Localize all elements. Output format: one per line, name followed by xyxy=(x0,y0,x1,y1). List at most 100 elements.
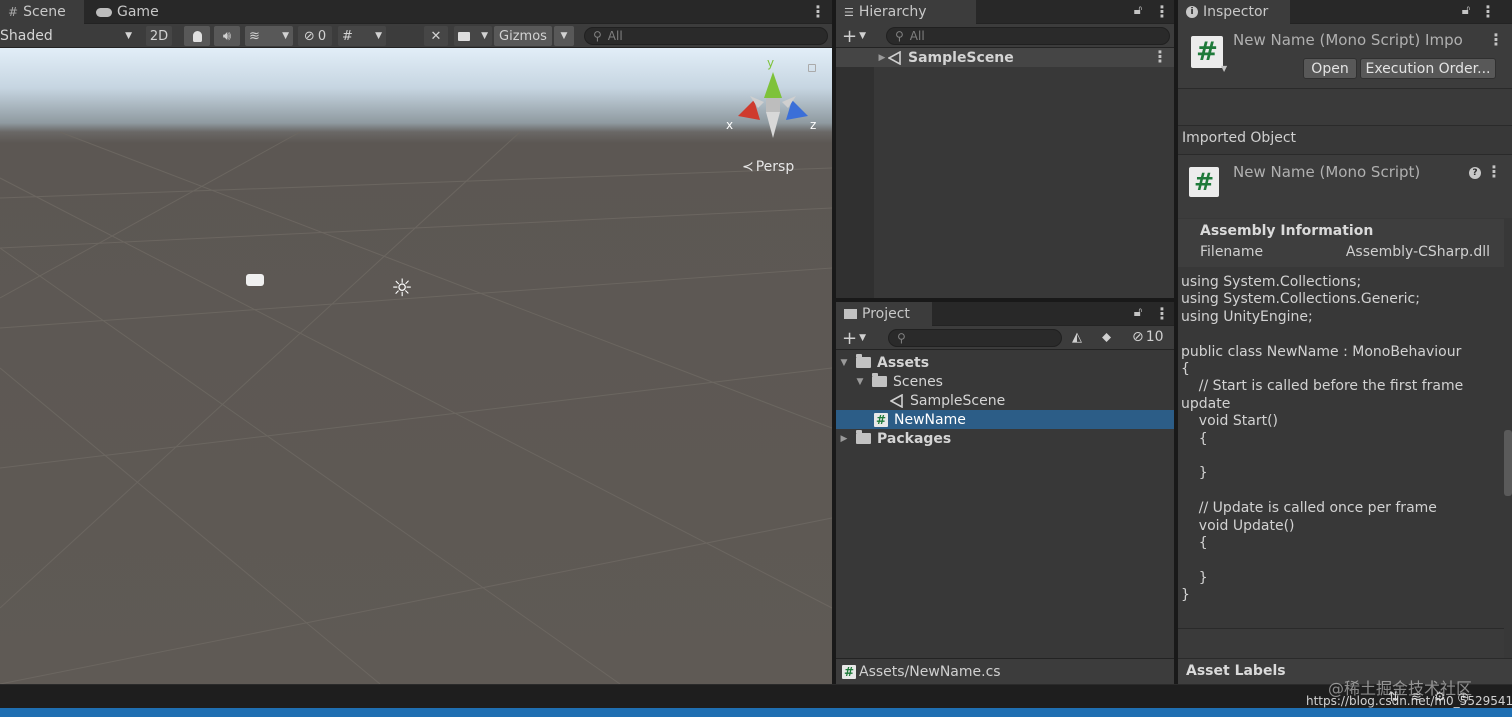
script-line: using UnityEngine; xyxy=(1181,308,1313,325)
selected-asset-path: Assets/NewName.cs xyxy=(859,663,1001,680)
gizmos-dropdown[interactable]: ▼ xyxy=(554,26,574,46)
tree-item-newname[interactable]: # NewName xyxy=(836,410,1174,429)
object-title: New Name (Mono Script) xyxy=(1233,163,1421,181)
script-line: // Update is called once per frame xyxy=(1181,500,1437,517)
csharp-script-large-icon: # xyxy=(1189,167,1219,197)
shading-mode-dropdown[interactable]: Shaded ▼ xyxy=(0,26,136,46)
help-icon[interactable]: ? xyxy=(1469,167,1481,179)
create-asset-button[interactable]: + ▼ xyxy=(842,328,866,349)
chevron-down-icon: ▼ xyxy=(560,31,568,41)
tab-game[interactable]: Game xyxy=(88,0,168,24)
script-line: using System.Collections.Generic; xyxy=(1181,291,1420,308)
tab-scene[interactable]: # Scene xyxy=(0,0,84,24)
scene-viewport[interactable]: ☼ y x z ≺ Persp xyxy=(0,48,832,684)
eye-slash-icon: ⊘ xyxy=(303,28,315,44)
audio-toggle-button[interactable]: 🔊︎ xyxy=(214,26,240,46)
hierarchy-panel: ☰ Hierarchy 🔓︎ ⋮ + ▼ ⚲ All ▶ SampleScene… xyxy=(836,0,1174,298)
layers-icon: ≋ xyxy=(249,28,260,44)
project-search-input[interactable]: ⚲ xyxy=(888,329,1062,347)
assembly-info-section: Assembly Information Filename Assembly-C… xyxy=(1178,219,1504,267)
projection-label: Persp xyxy=(755,159,795,175)
folder-open-icon xyxy=(872,373,887,387)
orientation-gizmo[interactable] xyxy=(728,58,818,138)
tree-item-scenes[interactable]: ▼ Scenes xyxy=(836,372,1174,391)
gizmos-button[interactable]: Gizmos xyxy=(494,26,552,46)
grid-snap-icon: # xyxy=(342,28,353,44)
lock-icon[interactable] xyxy=(808,64,816,72)
camera-dropdown[interactable]: ▼ xyxy=(454,26,492,46)
script-line: } xyxy=(1181,569,1208,586)
imported-object-header: # New Name (Mono Script) ? ⋮ xyxy=(1178,154,1512,218)
open-button[interactable]: Open xyxy=(1303,58,1357,79)
inspector-scrollbar[interactable] xyxy=(1504,430,1512,496)
scene-tabbar: # Scene Game ⋮ xyxy=(0,0,832,24)
hidden-packages-toggle[interactable]: ⊘ 10 xyxy=(1132,329,1164,345)
add-object-button[interactable]: + ▼ xyxy=(842,26,866,47)
gizmo-z-label: z xyxy=(810,118,817,132)
hidden-objects-toggle[interactable]: ⊘ 0 xyxy=(298,26,332,46)
project-footer: # Assets/NewName.cs xyxy=(836,658,1174,684)
hierarchy-tabbar: ☰ Hierarchy 🔓︎ ⋮ xyxy=(836,0,1174,24)
header-menu-icon[interactable]: ⋮ xyxy=(1488,30,1504,50)
expand-arrow-icon[interactable]: ▼ xyxy=(838,358,850,368)
lighting-toggle-button[interactable] xyxy=(184,26,210,46)
lock-icon[interactable]: 🔓︎ xyxy=(1132,3,1144,19)
shading-mode-value: Shaded xyxy=(0,28,53,44)
script-line: update xyxy=(1181,395,1231,412)
lock-icon[interactable]: 🔓︎ xyxy=(1132,305,1144,321)
script-line: void Start() xyxy=(1181,413,1279,430)
tree-item-assets[interactable]: ▼ Assets xyxy=(836,353,1174,372)
inspector-menu-icon[interactable]: ⋮ xyxy=(1480,2,1496,22)
script-line xyxy=(1181,483,1502,500)
tab-hierarchy[interactable]: ☰ Hierarchy xyxy=(836,0,976,24)
scene-menu-icon[interactable]: ⋮ xyxy=(810,2,826,22)
gamepad-icon xyxy=(96,7,112,17)
filter-by-type-icon[interactable]: ◭ xyxy=(1072,330,1088,346)
camera-icon xyxy=(458,31,470,41)
script-line: } xyxy=(1181,587,1190,604)
tools-button[interactable]: ✕ xyxy=(424,26,448,46)
camera-gizmo-icon[interactable] xyxy=(246,274,264,286)
hidden-objects-count: 0 xyxy=(317,28,327,44)
tree-item-packages[interactable]: ▶ Packages xyxy=(836,429,1174,448)
project-tree: ▼ Assets ▼ Scenes SampleScene # NewName … xyxy=(836,350,1174,650)
tab-project[interactable]: Project xyxy=(836,302,932,326)
hierarchy-toolbar: + ▼ ⚲ All xyxy=(836,24,1174,48)
speaker-icon: 🔊︎ xyxy=(222,28,232,44)
hierarchy-menu-icon[interactable]: ⋮ xyxy=(1154,2,1170,22)
script-line xyxy=(1181,326,1502,343)
bulb-icon xyxy=(192,30,202,42)
grid-icon: # xyxy=(8,5,19,19)
project-menu-icon[interactable]: ⋮ xyxy=(1154,304,1170,324)
tree-item-samplescene[interactable]: SampleScene xyxy=(836,391,1174,410)
eye-slash-icon: ⊘ xyxy=(1132,329,1144,345)
inspector-panel: i Inspector 🔓︎ ⋮ # ▼ New Name (Mono Scri… xyxy=(1178,0,1512,684)
object-menu-icon[interactable]: ⋮ xyxy=(1486,162,1502,182)
expand-arrow-icon[interactable]: ▼ xyxy=(854,377,866,387)
chevron-down-icon[interactable]: ▼ xyxy=(1221,64,1227,73)
collapse-arrow-icon[interactable]: ▶ xyxy=(876,53,888,63)
gizmo-x-label: x xyxy=(726,118,734,132)
toggle-2d-button[interactable]: 2D xyxy=(146,26,172,46)
lock-icon[interactable]: 🔓︎ xyxy=(1460,3,1472,19)
projection-toggle[interactable]: ≺ Persp xyxy=(742,159,794,175)
effects-dropdown[interactable]: ≋ ▼ xyxy=(245,26,293,46)
imported-object-label: Imported Object xyxy=(1182,130,1297,146)
csharp-script-icon: # xyxy=(874,412,888,427)
folder-open-icon xyxy=(856,354,871,368)
preview-footer-band xyxy=(1178,628,1504,658)
script-line: void Update() xyxy=(1181,517,1295,534)
tab-inspector[interactable]: i Inspector xyxy=(1178,0,1290,24)
scene-row-menu-icon[interactable]: ⋮ xyxy=(1152,47,1168,67)
hierarchy-search-input[interactable]: ⚲ All xyxy=(886,27,1170,45)
directional-light-icon[interactable]: ☼ xyxy=(389,275,415,301)
assembly-section-title: Assembly Information xyxy=(1200,223,1374,239)
scene-search-input[interactable]: ⚲ All xyxy=(584,27,828,45)
grid-toggle-dropdown[interactable]: # ▼ xyxy=(338,26,386,46)
hierarchy-gutter xyxy=(836,48,874,298)
hierarchy-scene-row[interactable]: ▶ SampleScene ⋮ xyxy=(836,47,1174,67)
filter-by-label-icon[interactable]: ⬥ xyxy=(1102,330,1118,346)
execution-order-button[interactable]: Execution Order... xyxy=(1360,58,1496,79)
collapse-arrow-icon[interactable]: ▶ xyxy=(838,434,850,444)
tab-game-label: Game xyxy=(117,4,159,20)
